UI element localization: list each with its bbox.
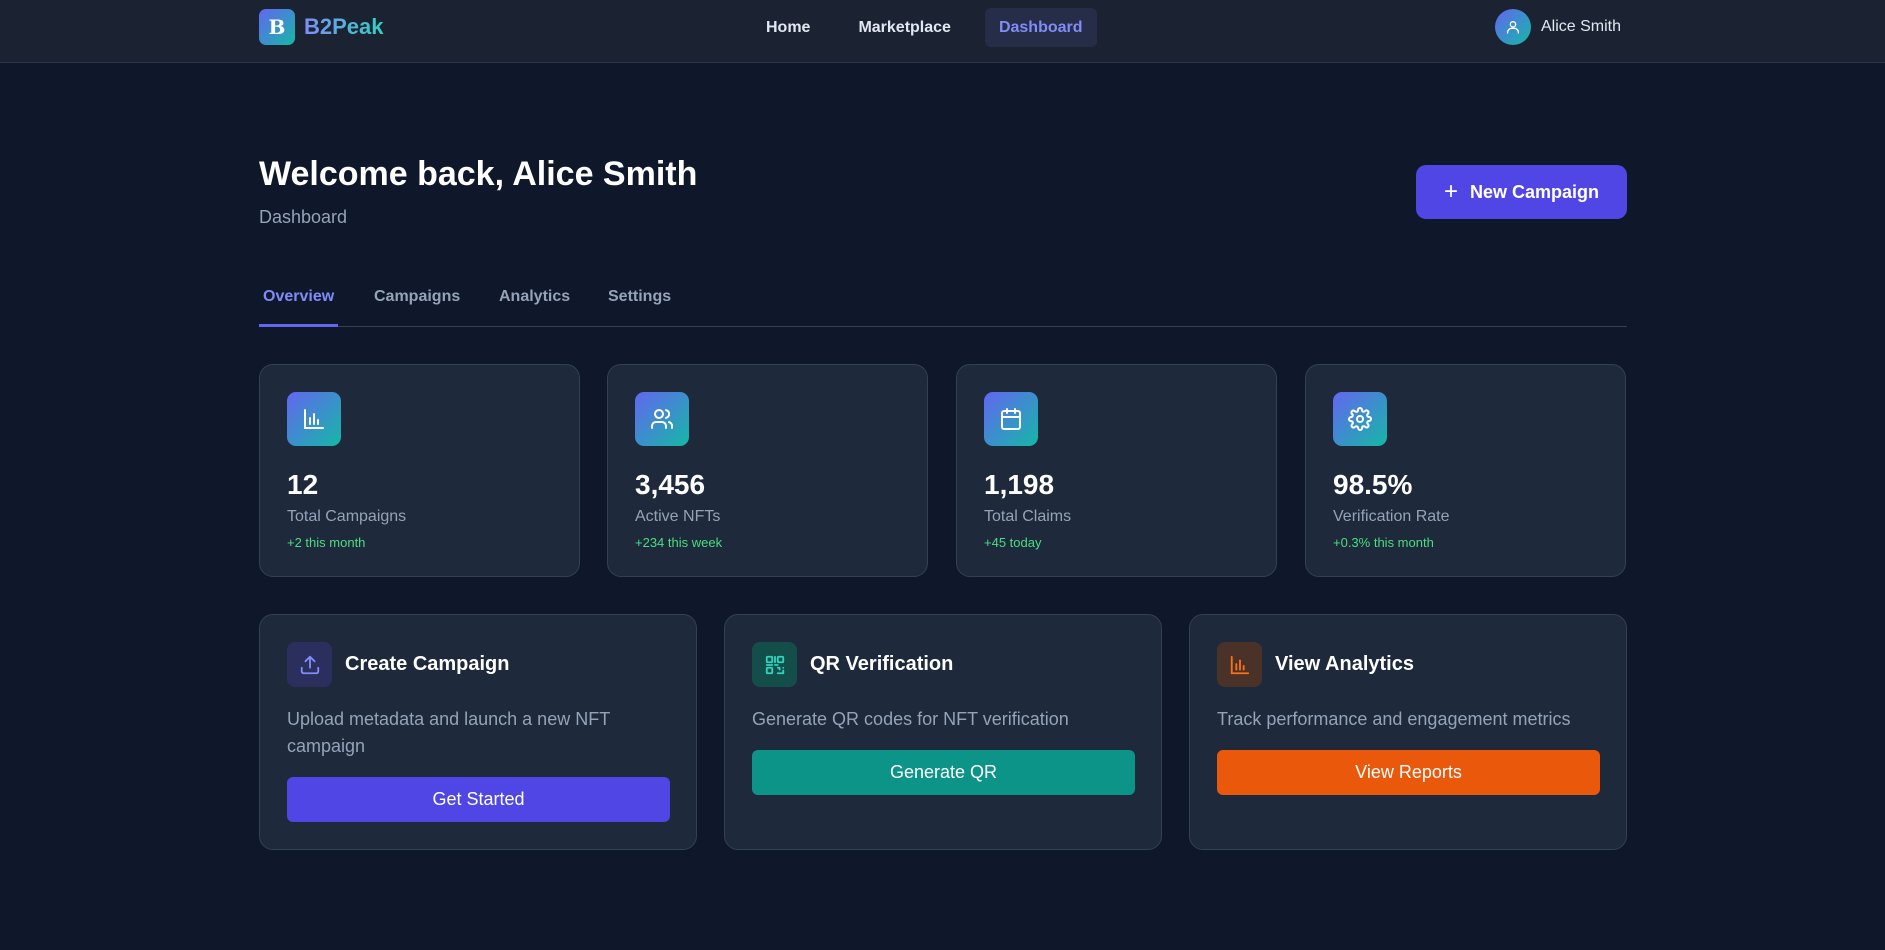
avatar [1495, 9, 1531, 45]
user-icon [1507, 21, 1519, 34]
user-menu[interactable]: Alice Smith [1495, 9, 1621, 45]
tab-settings[interactable]: Settings [604, 280, 675, 327]
logo-mark: B [259, 9, 295, 45]
stat-label: Total Claims [984, 508, 1072, 525]
plus-icon: + [1443, 178, 1458, 205]
action-card-qr-verification: QR Verification Generate QR codes for NF… [724, 614, 1162, 850]
new-campaign-button[interactable]: + New Campaign [1416, 165, 1627, 219]
nav-home[interactable]: Home [752, 8, 824, 47]
stat-label: Total Campaigns [287, 508, 407, 525]
qr-code-icon [752, 642, 797, 687]
stat-value: 98.5% [1333, 469, 1413, 500]
new-campaign-label: New Campaign [1469, 181, 1600, 202]
top-navbar: B B2Peak Home Marketplace Dashboard Alic… [0, 0, 1885, 63]
action-title: View Analytics [1275, 653, 1414, 675]
stat-card-nfts: 3,456 Active NFTs +234 this week [607, 364, 928, 577]
action-description: Upload metadata and launch a new NFT cam… [287, 709, 610, 756]
action-card-create-campaign: Create Campaign Upload metadata and laun… [259, 614, 697, 850]
stat-delta: +234 this week [635, 535, 723, 550]
main-nav: Home Marketplace Dashboard [752, 8, 1117, 47]
upload-icon [287, 642, 332, 687]
tab-overview[interactable]: Overview [259, 280, 339, 327]
stat-card-claims: 1,198 Total Claims +45 today [956, 364, 1277, 577]
stat-value: 3,456 [635, 469, 706, 500]
generate-qr-button[interactable]: Generate QR [752, 750, 1135, 795]
action-card-view-analytics: View Analytics Track performance and eng… [1189, 614, 1627, 850]
bar-chart-icon [1217, 642, 1262, 687]
tab-analytics[interactable]: Analytics [495, 280, 574, 327]
page-title: Welcome back, Alice Smith [259, 155, 698, 193]
action-title: QR Verification [810, 653, 954, 675]
stat-value: 12 [287, 469, 319, 500]
gear-icon [1333, 392, 1387, 446]
brand-logo[interactable]: B B2Peak [259, 9, 384, 45]
action-description: Generate QR codes for NFT verification [752, 709, 1069, 729]
users-icon [635, 392, 689, 446]
nav-marketplace[interactable]: Marketplace [844, 8, 965, 47]
bar-chart-icon [287, 392, 341, 446]
tab-campaigns[interactable]: Campaigns [370, 280, 464, 327]
view-reports-button[interactable]: View Reports [1217, 750, 1600, 795]
stat-label: Verification Rate [1333, 508, 1450, 525]
stat-delta: +2 this month [287, 535, 366, 550]
stat-card-campaigns: 12 Total Campaigns +2 this month [259, 364, 580, 577]
action-title: Create Campaign [345, 653, 510, 675]
stat-delta: +0.3% this month [1333, 535, 1434, 550]
stat-value: 1,198 [984, 469, 1055, 500]
stat-card-verification: 98.5% Verification Rate +0.3% this month [1305, 364, 1626, 577]
brand-name: B2Peak [304, 14, 384, 39]
stat-label: Active NFTs [635, 508, 721, 525]
page-subtitle: Dashboard [259, 207, 348, 227]
nav-dashboard[interactable]: Dashboard [984, 8, 1097, 47]
action-description: Track performance and engagement metrics [1217, 709, 1571, 729]
calendar-icon [984, 392, 1038, 446]
stat-delta: +45 today [984, 535, 1042, 550]
tab-bar: Overview Campaigns Analytics Settings [259, 280, 1627, 327]
get-started-button[interactable]: Get Started [287, 777, 670, 822]
user-name: Alice Smith [1541, 18, 1622, 35]
